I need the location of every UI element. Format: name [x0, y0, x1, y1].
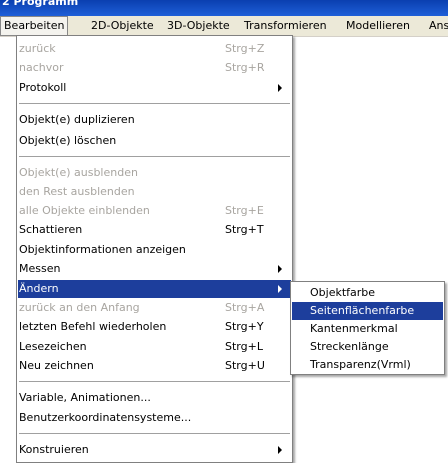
- menu-ansicht[interactable]: Ans: [426, 16, 448, 36]
- menu-item-ausblenden[interactable]: Objekt(e) ausblenden: [18, 164, 291, 182]
- menu-item-label: Objekt(e) duplizieren: [19, 113, 135, 126]
- menu-item-label: nachvor: [19, 61, 64, 74]
- menu-item-shortcut: Strg+Z: [225, 42, 265, 55]
- menu-item-label: Benutzerkoordinatensysteme...: [19, 411, 192, 424]
- menu-item-neu-zeichnen[interactable]: Neu zeichnen Strg+U: [18, 357, 291, 375]
- menu-3d-objekte[interactable]: 3D-Objekte: [164, 16, 233, 36]
- menu-item-messen[interactable]: Messen: [18, 260, 291, 278]
- menu-item-objektinformationen[interactable]: Objektinformationen anzeigen: [18, 241, 291, 259]
- menu-item-label: Lesezeichen: [19, 340, 87, 353]
- menu-item-shortcut: Strg+L: [225, 340, 263, 353]
- menu-item-label: Ändern: [19, 282, 59, 295]
- menu-item-wiederholen[interactable]: letzten Befehl wiederholen Strg+Y: [18, 318, 291, 336]
- menu-bar: Bearbeiten 2D-Objekte 3D-Objekte Transfo…: [0, 16, 448, 37]
- menu-item-schattieren[interactable]: Schattieren Strg+T: [18, 221, 291, 239]
- menu-item-label: Variable, Animationen...: [19, 391, 151, 404]
- menu-item-aendern[interactable]: Ändern: [18, 280, 291, 298]
- submenu-item-label: Objektfarbe: [310, 286, 376, 299]
- menu-item-loeschen[interactable]: Objekt(e) löschen: [18, 132, 291, 150]
- submenu-item-transparenz[interactable]: Transparenz(Vrml): [292, 356, 443, 374]
- menu-item-zurueck-anfang[interactable]: zurück an den Anfang Strg+A: [18, 299, 291, 317]
- submenu-arrow-icon: [278, 285, 282, 293]
- menu-item-label: alle Objekte einblenden: [19, 204, 150, 217]
- menu-item-label: Schattieren: [19, 223, 83, 236]
- submenu-item-label: Transparenz(Vrml): [310, 358, 411, 371]
- submenu-item-label: Kantenmerkmal: [310, 322, 398, 335]
- submenu-item-objektfarbe[interactable]: Objektfarbe: [292, 284, 443, 302]
- menu-modellieren[interactable]: Modellieren: [343, 16, 413, 36]
- menu-item-label: Konstruieren: [19, 443, 89, 456]
- submenu-item-label: Streckenlänge: [310, 340, 389, 353]
- submenu-arrow-icon: [278, 446, 282, 454]
- aendern-submenu: Objektfarbe Seitenflächenfarbe Kantenmer…: [290, 281, 445, 375]
- menu-item-label: den Rest ausblenden: [19, 185, 135, 198]
- menu-item-shortcut: Strg+T: [225, 223, 264, 236]
- menu-item-shortcut: Strg+Y: [225, 320, 264, 333]
- menu-item-lesezeichen[interactable]: Lesezeichen Strg+L: [18, 338, 291, 356]
- menu-item-label: Objektinformationen anzeigen: [19, 243, 186, 256]
- menu-item-konstruieren[interactable]: Konstruieren: [18, 441, 291, 459]
- menu-item-label: letzten Befehl wiederholen: [19, 320, 167, 333]
- menu-item-variable-animationen[interactable]: Variable, Animationen...: [18, 389, 291, 407]
- menu-item-benutzerkoordinatensysteme[interactable]: Benutzerkoordinatensysteme...: [18, 409, 291, 427]
- window-title-bar: 2 Programm: [0, 0, 448, 16]
- submenu-arrow-icon: [278, 265, 282, 273]
- menu-item-duplizieren[interactable]: Objekt(e) duplizieren: [18, 111, 291, 129]
- menu-separator: [19, 156, 290, 157]
- menu-item-nachvor[interactable]: nachvor Strg+R: [18, 59, 291, 77]
- menu-separator: [19, 103, 290, 104]
- menu-item-label: Objekt(e) löschen: [19, 134, 117, 147]
- menu-item-zurueck[interactable]: zurück Strg+Z: [18, 40, 291, 58]
- menu-2d-objekte[interactable]: 2D-Objekte: [88, 16, 157, 36]
- menu-item-protokoll[interactable]: Protokoll: [18, 79, 291, 97]
- menu-item-shortcut: Strg+U: [225, 359, 265, 372]
- submenu-item-seitenflaechenfarbe[interactable]: Seitenflächenfarbe: [292, 302, 443, 320]
- menu-item-label: Objekt(e) ausblenden: [19, 166, 138, 179]
- menu-item-label: Neu zeichnen: [19, 359, 94, 372]
- menu-item-label: zurück an den Anfang: [19, 301, 140, 314]
- edit-dropdown-menu: zurück Strg+Z nachvor Strg+R Protokoll O…: [16, 35, 293, 463]
- menu-item-alle-einblenden[interactable]: alle Objekte einblenden Strg+E: [18, 202, 291, 220]
- menu-bearbeiten[interactable]: Bearbeiten: [0, 16, 69, 36]
- menu-item-shortcut: Strg+R: [225, 61, 265, 74]
- submenu-arrow-icon: [278, 84, 282, 92]
- menu-item-rest-ausblenden[interactable]: den Rest ausblenden: [18, 183, 291, 201]
- submenu-item-streckenlaenge[interactable]: Streckenlänge: [292, 338, 443, 356]
- menu-separator: [19, 381, 290, 382]
- submenu-item-label: Seitenflächenfarbe: [310, 304, 415, 317]
- menu-separator: [19, 433, 290, 434]
- menu-item-label: zurück: [19, 42, 56, 55]
- menu-item-label: Protokoll: [19, 81, 67, 94]
- menu-item-label: Messen: [19, 262, 61, 275]
- menu-item-shortcut: Strg+E: [225, 204, 264, 217]
- menu-item-shortcut: Strg+A: [225, 301, 265, 314]
- window-title: 2 Programm: [2, 0, 79, 8]
- submenu-item-kantenmerkmal[interactable]: Kantenmerkmal: [292, 320, 443, 338]
- menu-transformieren[interactable]: Transformieren: [241, 16, 330, 36]
